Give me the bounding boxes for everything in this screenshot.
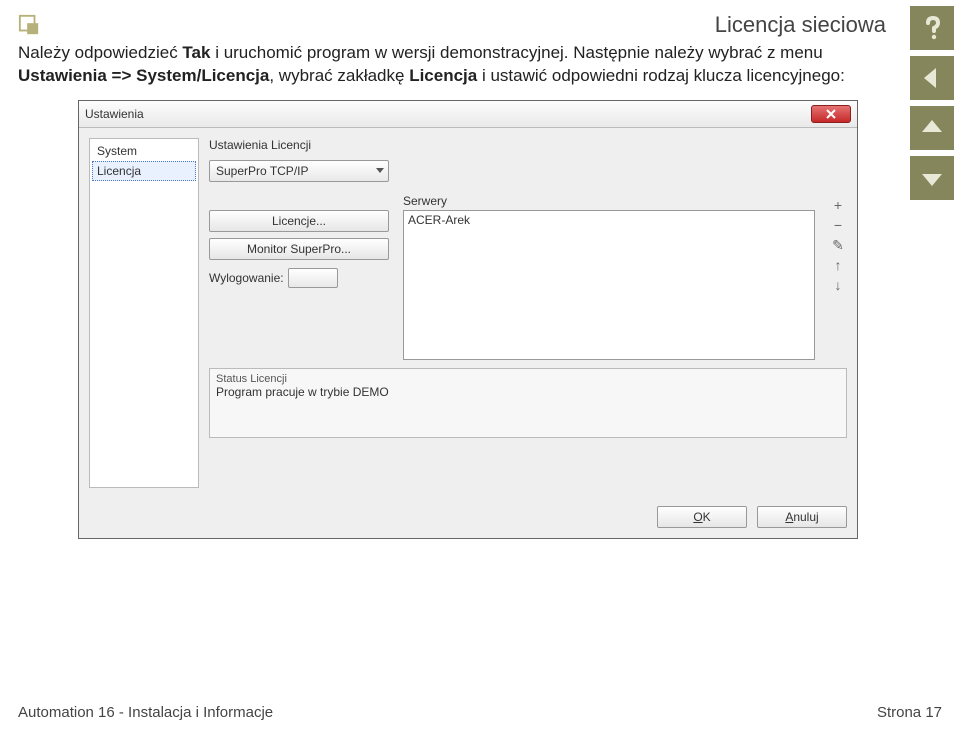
move-up-icon[interactable]: ↑ [835,258,842,272]
licenses-button[interactable]: Licencje... [209,210,389,232]
text-frag: Należy odpowiedzieć [18,43,182,62]
text-frag-bold: Ustawienia => System/Licencja [18,66,269,85]
status-box: Status Licencji Program pracuje w trybie… [209,368,847,438]
logout-label: Wylogowanie: [209,271,284,285]
text-frag: i uruchomić program w wersji demonstracy… [210,43,822,62]
category-item-licencja[interactable]: Licencja [92,161,196,181]
dialog-title-text: Ustawienia [85,107,144,121]
help-button[interactable] [910,6,954,50]
license-type-combo[interactable]: SuperPro TCP/IP [209,160,389,182]
arrow-down-icon [918,164,946,192]
ok-button[interactable]: OK [657,506,747,528]
monitor-button[interactable]: Monitor SuperPro... [209,238,389,260]
remove-icon[interactable]: − [834,218,842,232]
back-button[interactable] [910,56,954,100]
arrow-left-icon [918,64,946,92]
add-icon[interactable]: + [834,198,842,212]
prev-button[interactable] [910,106,954,150]
group-label: Ustawienia Licencji [209,138,847,152]
dialog-titlebar: Ustawienia [79,101,857,128]
bullet-icon [18,14,40,36]
arrow-up-icon [918,114,946,142]
text-frag: i ustawić odpowiedni rodzaj klucza licen… [477,66,845,85]
help-icon [918,14,946,42]
server-item[interactable]: ACER-Arek [408,213,810,227]
text-frag-bold: Licencja [409,66,477,85]
cancel-button[interactable]: Anuluj [757,506,847,528]
close-button[interactable] [811,105,851,123]
footer-right: Strona 17 [877,704,942,721]
text-frag-bold: Tak [182,43,210,62]
logout-combo[interactable] [288,268,338,288]
move-down-icon[interactable]: ↓ [835,278,842,292]
status-text: Program pracuje w trybie DEMO [216,385,840,399]
category-list[interactable]: System Licencja [89,138,199,488]
servers-listbox[interactable]: ACER-Arek [403,210,815,360]
status-label: Status Licencji [216,373,840,385]
chevron-down-icon [376,168,384,173]
combo-value: SuperPro TCP/IP [216,164,308,178]
next-button[interactable] [910,156,954,200]
page-title: Licencja sieciowa [50,12,890,38]
edit-icon[interactable]: ✎ [832,238,844,252]
category-item-system[interactable]: System [92,141,196,161]
settings-dialog: Ustawienia System Licencja Ustawienia Li… [78,100,858,539]
close-icon [825,109,837,119]
text-frag: , wybrać zakładkę [269,66,409,85]
body-paragraph: Należy odpowiedzieć Tak i uruchomić prog… [18,42,858,88]
servers-label: Serwery [403,194,815,208]
footer-left: Automation 16 - Instalacja i Informacje [18,704,273,721]
